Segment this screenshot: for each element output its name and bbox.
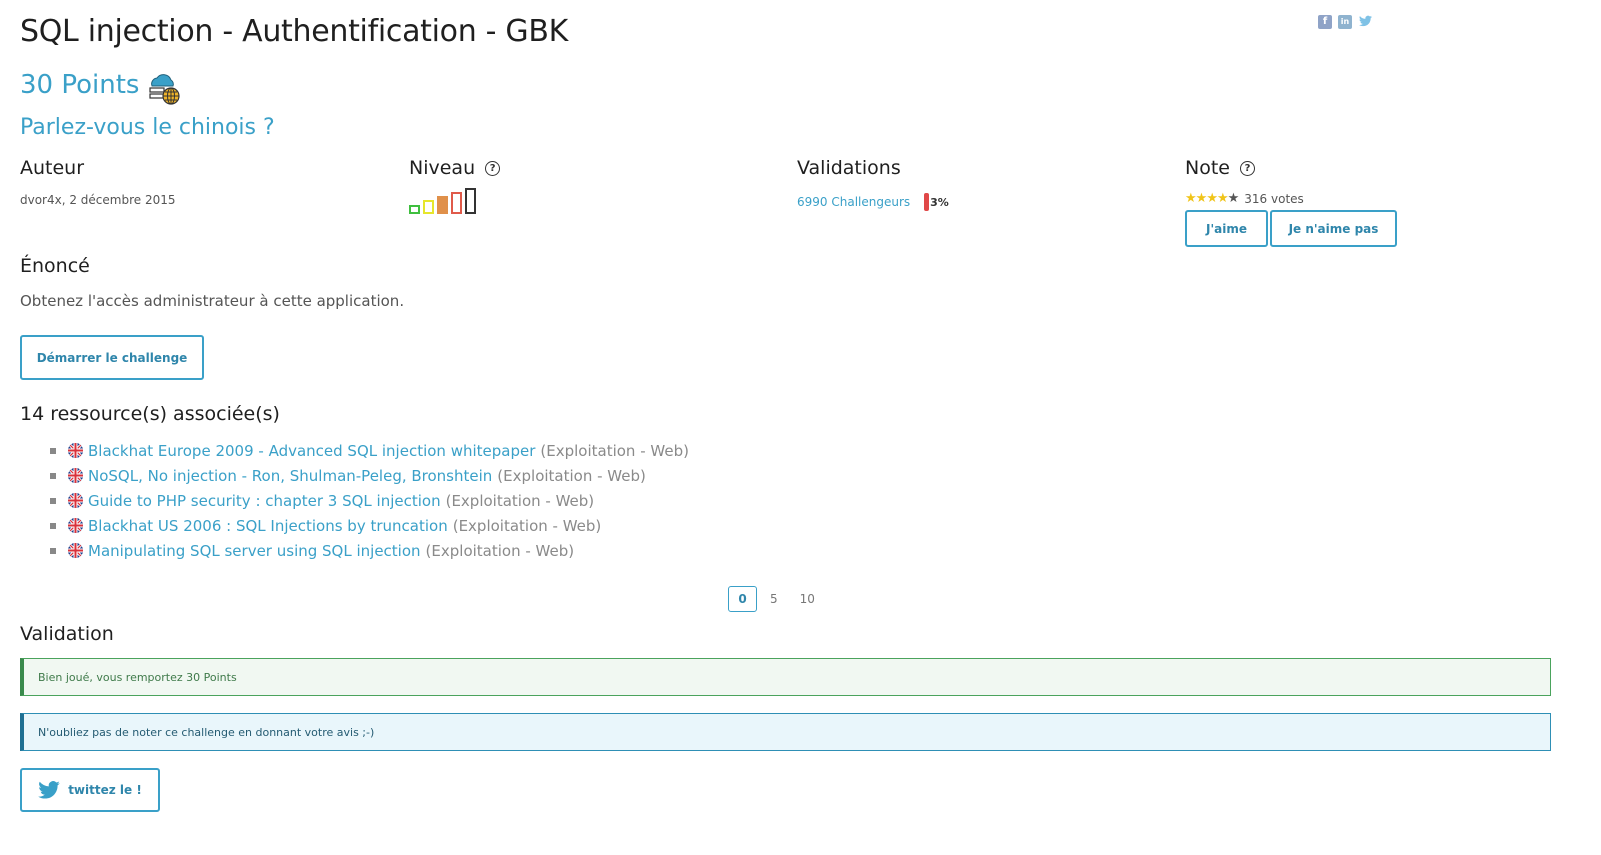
bullet-icon: [50, 447, 56, 454]
resource-item: Blackhat US 2006 : SQL Injections by tru…: [50, 513, 689, 538]
web-server-icon: [149, 74, 180, 105]
star-icon: ★: [1185, 191, 1197, 206]
success-alert: Bien joué, vous remportez 30 Points: [20, 658, 1551, 696]
level-bar: [423, 200, 434, 214]
enonce-text: Obtenez l'accès administrateur à cette a…: [20, 292, 405, 310]
resources-list: Blackhat Europe 2009 - Advanced SQL inje…: [50, 438, 689, 563]
percent-bar: [924, 193, 930, 211]
tweet-button[interactable]: twittez le !: [20, 768, 160, 812]
resource-link[interactable]: Manipulating SQL server using SQL inject…: [88, 542, 421, 560]
dislike-button[interactable]: Je n'aime pas: [1270, 210, 1397, 247]
level-bar: [409, 205, 420, 214]
uk-flag-icon: [68, 543, 83, 558]
rating-row: ★★★★★ 316 votes: [1185, 191, 1397, 206]
validations-heading: Validations: [797, 157, 901, 179]
challenge-points: 30 Points: [20, 70, 140, 100]
facebook-icon[interactable]: f: [1318, 15, 1332, 29]
validation-heading: Validation: [20, 623, 114, 645]
bullet-icon: [50, 497, 56, 504]
page-link[interactable]: 5: [761, 586, 787, 612]
resource-item: Guide to PHP security : chapter 3 SQL in…: [50, 488, 689, 513]
resource-link[interactable]: Guide to PHP security : chapter 3 SQL in…: [88, 492, 441, 510]
star-icon: ★: [1206, 191, 1218, 206]
bullet-icon: [50, 522, 56, 529]
level-bar: [465, 188, 476, 214]
validations-section: Validations 6990 Challengeurs 3%: [797, 157, 949, 211]
resource-category: (Exploitation - Web): [452, 516, 602, 535]
resource-category: (Exploitation - Web): [445, 491, 595, 510]
page-title: SQL injection - Authentification - GBK: [20, 14, 569, 49]
votes-count: 316 votes: [1244, 191, 1304, 206]
author-section: Auteur dvor4x, 2 décembre 2015: [20, 157, 176, 207]
validations-row: 6990 Challengeurs 3%: [797, 193, 949, 211]
resource-link[interactable]: Blackhat Europe 2009 - Advanced SQL inje…: [88, 442, 535, 460]
uk-flag-icon: [68, 493, 83, 508]
star-icon: ★: [1195, 191, 1208, 206]
resource-category: (Exploitation - Web): [497, 466, 646, 485]
resources-heading: 14 ressource(s) associée(s): [20, 403, 280, 425]
like-button[interactable]: J'aime: [1185, 210, 1268, 247]
bullet-icon: [50, 472, 56, 479]
author-text: dvor4x, 2 décembre 2015: [20, 193, 176, 207]
difficulty-bars: [409, 188, 500, 214]
resource-item: NoSQL, No injection - Ron, Shulman-Peleg…: [50, 463, 689, 488]
resource-link[interactable]: Blackhat US 2006 : SQL Injections by tru…: [88, 517, 448, 535]
tweet-label: twittez le !: [68, 783, 142, 797]
enonce-heading: Énoncé: [20, 255, 90, 277]
help-icon[interactable]: ?: [485, 160, 501, 176]
note-heading: Note: [1185, 157, 1230, 179]
share-bar: f in: [1318, 15, 1372, 29]
resource-category: (Exploitation - Web): [540, 441, 689, 460]
resource-item: Manipulating SQL server using SQL inject…: [50, 538, 689, 563]
level-heading: Niveau: [409, 157, 476, 179]
info-alert: N'oubliez pas de noter ce challenge en d…: [20, 713, 1551, 751]
bullet-icon: [50, 547, 56, 554]
vote-buttons: J'aime Je n'aime pas: [1185, 210, 1397, 247]
challengers-link[interactable]: 6990 Challengeurs: [797, 195, 910, 209]
page-link[interactable]: 10: [791, 586, 824, 612]
level-bar: [437, 196, 448, 214]
help-icon[interactable]: ?: [1239, 160, 1255, 176]
level-heading-row: Niveau ?: [409, 157, 501, 179]
uk-flag-icon: [68, 443, 83, 458]
linkedin-icon[interactable]: in: [1338, 15, 1352, 29]
star-rating-icon: ★★★★★: [1185, 191, 1240, 206]
resource-link[interactable]: NoSQL, No injection - Ron, Shulman-Peleg…: [88, 467, 492, 485]
author-heading: Auteur: [20, 157, 85, 179]
level-section: Niveau ?: [409, 157, 501, 214]
pagination: 0 5 10: [728, 586, 824, 612]
uk-flag-icon: [68, 468, 83, 483]
resource-item: Blackhat Europe 2009 - Advanced SQL inje…: [50, 438, 689, 463]
challenge-subtitle: Parlez-vous le chinois ?: [20, 115, 275, 140]
level-bar: [451, 192, 462, 214]
twitter-icon: [38, 781, 60, 799]
uk-flag-icon: [68, 518, 83, 533]
start-challenge-button[interactable]: Démarrer le challenge: [20, 335, 204, 380]
validation-percent: 3%: [924, 193, 949, 211]
note-section: Note ? ★★★★★ 316 votes J'aime Je n'aime …: [1185, 157, 1397, 247]
twitter-icon[interactable]: [1358, 15, 1372, 29]
note-heading-row: Note ?: [1185, 157, 1397, 179]
star-icon: ★: [1216, 191, 1229, 206]
resource-category: (Exploitation - Web): [425, 541, 575, 560]
percent-text: 3%: [930, 195, 949, 209]
star-icon: ★: [1227, 191, 1240, 206]
page-link[interactable]: 0: [728, 586, 757, 612]
